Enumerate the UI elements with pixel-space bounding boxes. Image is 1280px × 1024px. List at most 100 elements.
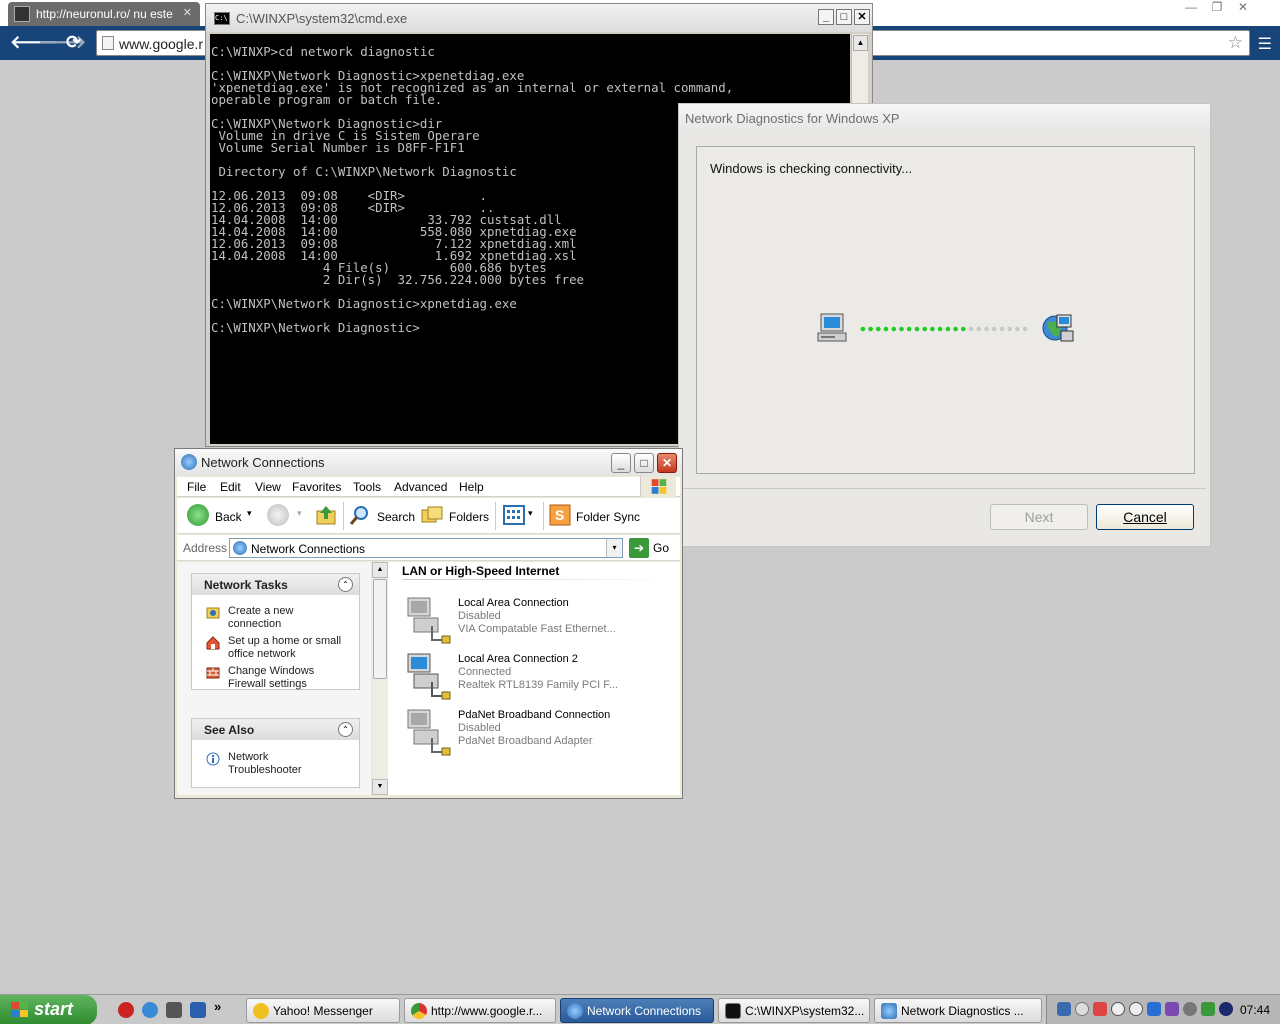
chrome-tab[interactable]: http://neuronul.ro/ nu este c ✕ [8, 2, 200, 26]
forward-icon[interactable] [267, 504, 289, 526]
nc-titlebar[interactable]: Network Connections _ □ ✕ [175, 449, 682, 476]
menu-view[interactable]: View [255, 480, 281, 494]
reload-icon[interactable]: ⟳ [66, 32, 81, 53]
start-button[interactable]: start [0, 995, 97, 1024]
address-value[interactable]: Network Connections [251, 542, 365, 556]
scroll-up-icon[interactable]: ▲ [372, 562, 388, 578]
address-input[interactable]: Network Connections ▾ [229, 538, 623, 558]
menu-advanced[interactable]: Advanced [394, 480, 447, 494]
network-tasks-header[interactable]: Network Tasks ⌃ [192, 574, 359, 595]
nc-close-button[interactable]: ✕ [657, 453, 677, 473]
tray-antivirus-icon[interactable] [1219, 1002, 1233, 1016]
tray-red-icon[interactable] [1093, 1002, 1107, 1016]
save-disk-icon[interactable] [190, 1002, 206, 1018]
chrome-menu-icon[interactable]: ☰ [1258, 34, 1272, 54]
taskbar-network-connections[interactable]: Network Connections [560, 998, 714, 1023]
menu-file[interactable]: File [187, 480, 206, 494]
connection-item[interactable]: Local Area Connection 2 Connected Realte… [404, 652, 674, 702]
task-label-line1[interactable]: Change Windows [228, 665, 356, 678]
go-arrow-icon[interactable]: ➔ [629, 538, 649, 558]
collapse-chevron-icon[interactable]: ⌃ [338, 577, 353, 592]
bookmark-star-icon[interactable]: ☆ [1228, 33, 1243, 53]
nc-minimize-button[interactable]: _ [611, 453, 631, 473]
tray-gear-icon[interactable] [1183, 1002, 1197, 1016]
views-dropdown-icon[interactable]: ▾ [528, 508, 533, 519]
task-label-line1[interactable]: Network [228, 751, 356, 764]
taskbar-network-diagnostics[interactable]: Network Diagnostics ... [874, 998, 1042, 1023]
back-icon[interactable] [187, 504, 209, 526]
quick-launch-more[interactable]: » [214, 999, 221, 1014]
tray-minus-icon[interactable] [1075, 1002, 1089, 1016]
task-label-line2[interactable]: Troubleshooter [228, 764, 356, 777]
connection-status: Disabled [458, 722, 501, 734]
collapse-chevron-icon[interactable]: ⌃ [338, 722, 353, 737]
folders-button[interactable]: Folders [449, 510, 489, 524]
menu-tools[interactable]: Tools [353, 480, 381, 494]
views-icon[interactable] [503, 505, 525, 525]
tray-clock-icon[interactable] [1111, 1002, 1125, 1016]
task-create-connection[interactable]: Create a new connection [206, 605, 356, 631]
taskbar-yahoo-messenger[interactable]: Yahoo! Messenger [246, 998, 400, 1023]
progress-dot [976, 326, 982, 332]
go-button[interactable]: Go [653, 541, 669, 555]
task-label-line2[interactable]: connection [228, 618, 356, 631]
connection-item[interactable]: PdaNet Broadband Connection Disabled Pda… [404, 708, 674, 758]
cmd-minimize-button[interactable]: _ [818, 9, 834, 25]
tray-speaker-icon[interactable] [1165, 1002, 1179, 1016]
address-dropdown-icon[interactable]: ▾ [606, 539, 622, 557]
back-button[interactable]: Back [215, 510, 242, 524]
up-folder-icon[interactable] [315, 504, 337, 526]
back-dropdown-icon[interactable]: ▾ [247, 508, 252, 519]
tab-favicon-icon [14, 6, 30, 22]
omnibox-url[interactable]: www.google.r [119, 36, 203, 52]
alien-icon[interactable] [166, 1002, 182, 1018]
menu-help[interactable]: Help [459, 480, 484, 494]
chrome-close-button[interactable]: ✕ [1230, 0, 1256, 16]
internet-explorer-icon[interactable] [142, 1002, 158, 1018]
next-button[interactable]: Next [990, 504, 1088, 530]
see-also-header[interactable]: See Also ⌃ [192, 719, 359, 740]
tray-g-icon[interactable] [1147, 1002, 1161, 1016]
cmd-titlebar[interactable]: C:\ C:\WINXP\system32\cmd.exe _ □ ✕ [206, 4, 872, 32]
progress-dot [906, 326, 912, 332]
task-network-troubleshooter[interactable]: Network Troubleshooter [206, 751, 356, 777]
task-change-firewall[interactable]: Change Windows Firewall settings [206, 665, 356, 691]
search-button[interactable]: Search [377, 510, 415, 524]
task-label-line2[interactable]: Firewall settings [228, 678, 356, 691]
cmd-close-button[interactable]: ✕ [854, 9, 870, 25]
task-label-line2[interactable]: office network [228, 648, 356, 661]
tab-title: http://neuronul.ro/ nu este c [36, 7, 176, 21]
tab-close-icon[interactable]: ✕ [183, 6, 192, 19]
folder-sync-button[interactable]: Folder Sync [576, 510, 640, 524]
chrome-maximize-button[interactable]: ❐ [1204, 0, 1230, 16]
task-pane-scrollbar[interactable]: ▲ ▼ [372, 562, 388, 795]
search-icon[interactable] [349, 504, 371, 526]
menu-favorites[interactable]: Favorites [292, 480, 341, 494]
connection-item[interactable]: Local Area Connection Disabled VIA Compa… [404, 596, 674, 646]
folders-icon[interactable] [421, 505, 443, 525]
tray-copyright-icon[interactable] [1129, 1002, 1143, 1016]
chrome-minimize-button[interactable]: — [1178, 0, 1204, 16]
taskbar-cmd[interactable]: C:\WINXP\system32... [718, 998, 870, 1023]
scroll-thumb[interactable] [373, 579, 387, 679]
opera-icon[interactable] [118, 1002, 134, 1018]
tray-network-icon[interactable] [1057, 1002, 1071, 1016]
task-label-line1[interactable]: Create a new [228, 605, 356, 618]
home-network-icon [206, 636, 220, 650]
task-label-line1[interactable]: Set up a home or small [228, 635, 356, 648]
taskbar-chrome[interactable]: http://www.google.r... [404, 998, 556, 1023]
cmd-title: C:\WINXP\system32\cmd.exe [236, 11, 408, 26]
cmd-scroll-up-icon[interactable]: ▲ [853, 35, 868, 51]
tray-green-icon[interactable] [1201, 1002, 1215, 1016]
diag-titlebar[interactable]: Network Diagnostics for Windows XP [679, 104, 1210, 132]
forward-dropdown-icon[interactable]: ▾ [297, 508, 302, 519]
task-setup-home-network[interactable]: Set up a home or small office network [206, 635, 356, 661]
progress-dot [860, 326, 866, 332]
address-bar: Address Network Connections ▾ ➔ Go [177, 535, 680, 561]
folder-sync-icon[interactable]: S [549, 504, 571, 526]
nc-maximize-button[interactable]: □ [634, 453, 654, 473]
menu-edit[interactable]: Edit [220, 480, 241, 494]
scroll-down-icon[interactable]: ▼ [372, 779, 388, 795]
cmd-maximize-button[interactable]: □ [836, 9, 852, 25]
cancel-button[interactable]: Cancel [1096, 504, 1194, 530]
